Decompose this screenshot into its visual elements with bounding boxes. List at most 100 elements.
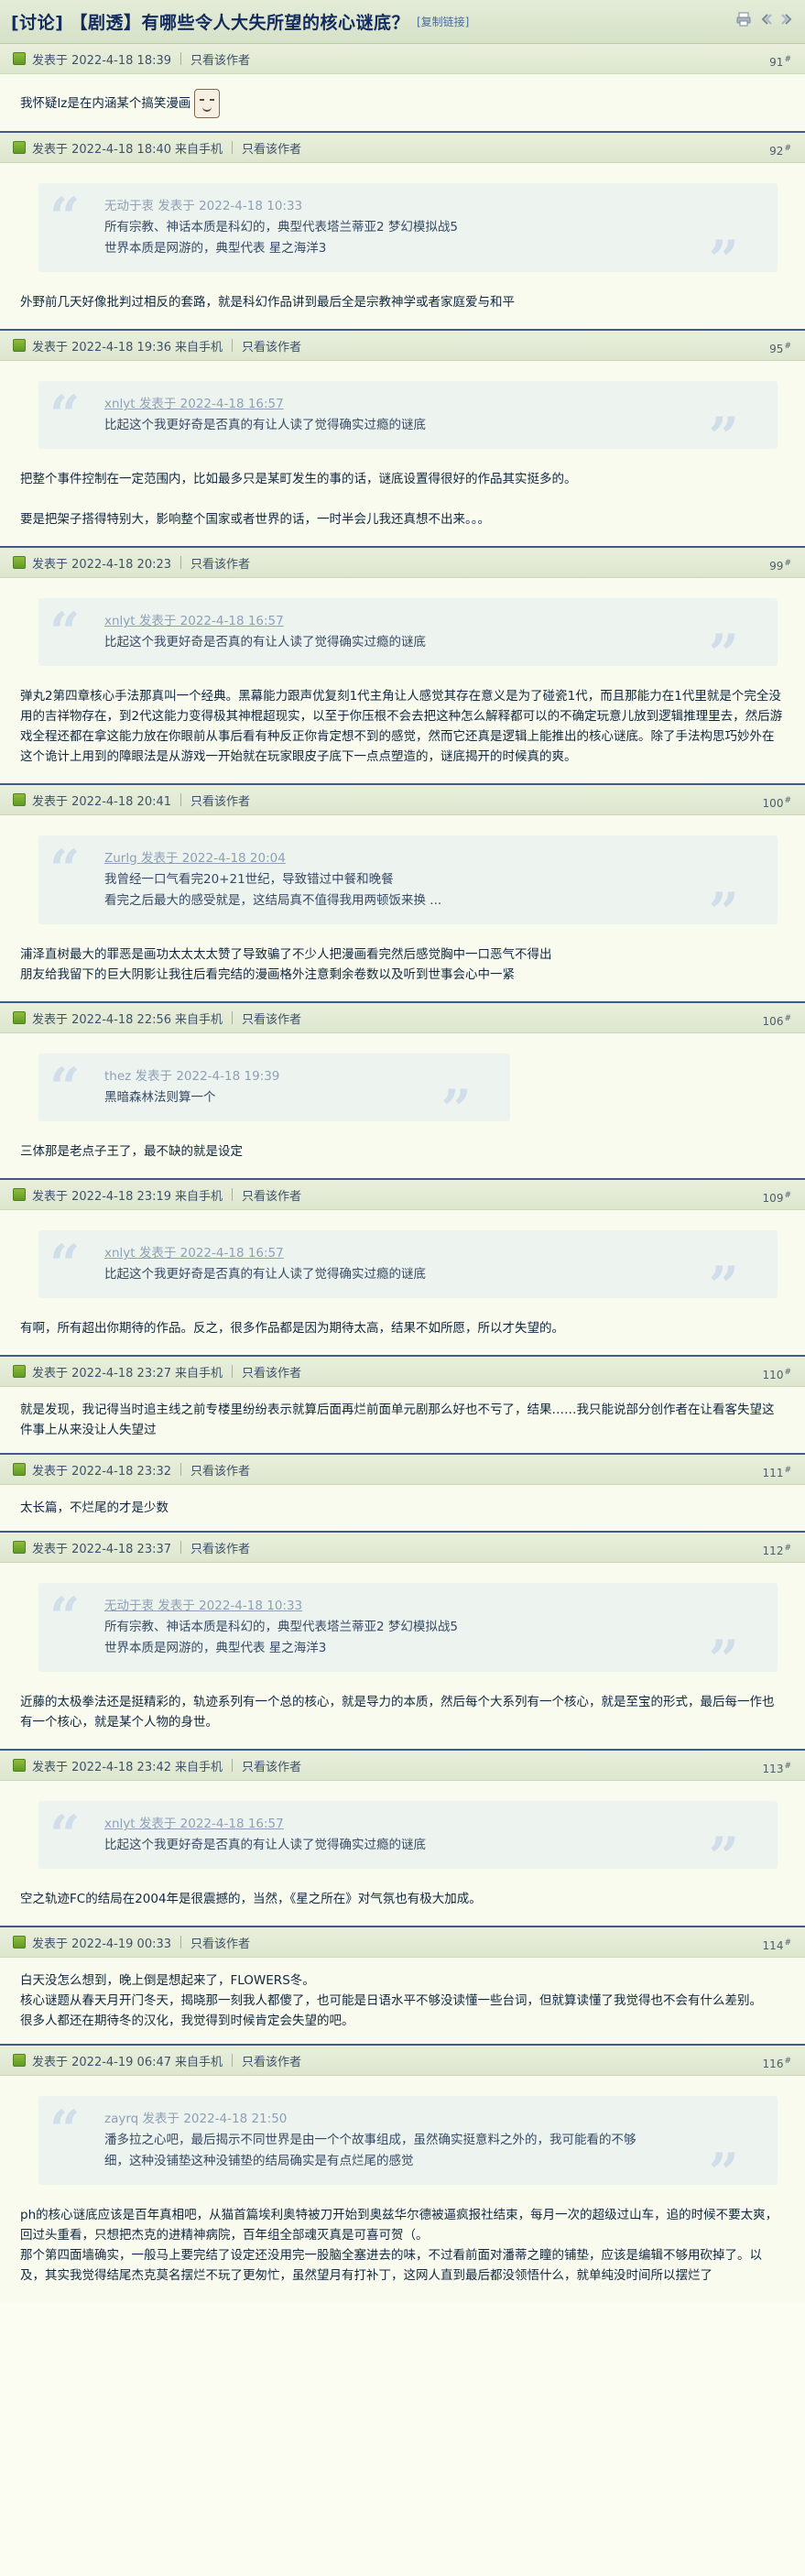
print-icon[interactable] <box>735 11 752 27</box>
post-meta: 发表于 2022-4-18 20:41 <box>32 794 172 809</box>
floor-number[interactable]: 116# <box>763 2057 791 2070</box>
post-content: “ 无动于衷 发表于 2022-4-18 10:33 所有宗教、神话本质是科幻的… <box>0 1563 805 1749</box>
mobile-source: 来自手机 <box>175 2055 223 2069</box>
divider <box>232 1759 234 1772</box>
post: 发表于 2022-4-18 20:23 只看该作者 99# “ xnlyt 发表… <box>0 548 805 785</box>
quote-text: 细，这种没铺垫这种没铺垫的结局确实是有点烂尾的感觉 <box>104 2154 414 2168</box>
only-author-link[interactable]: 只看该作者 <box>242 2052 301 2069</box>
only-author-link[interactable]: 只看该作者 <box>190 554 250 572</box>
quote-block: “ Zurlg 发表于 2022-4-18 20:04 我曾经一口气看完20+2… <box>38 835 778 939</box>
only-author-link[interactable]: 只看该作者 <box>242 1010 301 1027</box>
only-author-link[interactable]: 只看该作者 <box>242 1757 301 1774</box>
post: 发表于 2022-4-18 23:32 只看该作者 111# 太长篇，不烂尾的才… <box>0 1455 805 1533</box>
post-meta: 发表于 2022-4-18 23:32 <box>32 1464 172 1479</box>
quote-text: 我曾经一口气看完20+21世纪，导致错过中餐和晚餐 <box>104 872 394 887</box>
post-icon <box>13 1463 26 1476</box>
floor-number[interactable]: 110# <box>763 1368 791 1381</box>
quote-author-link[interactable]: xnlyt 发表于 2022-4-18 16:57 <box>104 1814 723 1835</box>
floor-number[interactable]: 109# <box>763 1191 791 1205</box>
quote-open-icon: “ <box>49 1056 81 1119</box>
thread-title: [讨论] 【剧透】有哪些令人大失所望的核心谜底？ <box>11 13 409 33</box>
floor-number[interactable]: 114# <box>763 1938 791 1952</box>
only-author-link[interactable]: 只看该作者 <box>242 1186 301 1204</box>
floor-number[interactable]: 113# <box>763 1762 791 1775</box>
post-text: 白天没怎么想到，晚上倒是想起来了，FLOWERS冬。 <box>20 1973 315 1988</box>
mobile-source: 来自手机 <box>175 1012 223 1027</box>
only-author-link[interactable]: 只看该作者 <box>190 791 250 809</box>
quote-close-icon: ” <box>441 1078 472 1141</box>
post-meta: 发表于 2022-4-18 20:23 <box>32 557 172 572</box>
post-icon <box>13 1365 26 1378</box>
post-icon <box>13 2054 26 2067</box>
only-author-link[interactable]: 只看该作者 <box>242 1363 301 1381</box>
quote-open-icon: “ <box>49 838 81 901</box>
post-content: 我怀疑lz是在内涵某个搞笑漫画 <box>0 74 805 131</box>
quote-text: 世界本质是网游的，典型代表 星之海洋3 <box>104 241 327 256</box>
only-author-link[interactable]: 只看该作者 <box>242 139 301 157</box>
only-author-link[interactable]: 只看该作者 <box>190 1539 250 1556</box>
post-header: 发表于 2022-4-18 23:27 来自手机 只看该作者 110# <box>0 1357 805 1387</box>
post-text: 那个第四面墙确实，一般马上要完结了设定还没用完一股脑全塞进去的味，不过看前面对潘… <box>20 2248 762 2283</box>
floor-number[interactable]: 111# <box>763 1466 791 1479</box>
quote-text: 看完之后最大的感受就是，这结局真不值得我用两顿饭来换 ... <box>104 893 442 908</box>
post-header: 发表于 2022-4-18 23:37 只看该作者 112# <box>0 1533 805 1563</box>
quote-block: “ xnlyt 发表于 2022-4-18 16:57 比起这个我更好奇是否真的… <box>38 1801 778 1883</box>
floor-number[interactable]: 95# <box>769 342 791 355</box>
post-header: 发表于 2022-4-18 20:23 只看该作者 99# <box>0 548 805 578</box>
post-icon <box>13 556 26 569</box>
quote-author-link[interactable]: xnlyt 发表于 2022-4-18 16:57 <box>104 611 723 632</box>
floor-number[interactable]: 92# <box>769 144 791 158</box>
quote-open-icon: “ <box>49 2099 81 2161</box>
post-meta: 发表于 2022-4-18 23:42 <box>32 1760 172 1774</box>
floor-number[interactable]: 100# <box>763 796 791 810</box>
quote-block: “ zayrq 发表于 2022-4-18 21:50 潘多拉之心吧，最后揭示不… <box>38 2096 778 2199</box>
quote-close-icon: ” <box>708 229 739 291</box>
post-content: 太长篇，不烂尾的才是少数 <box>0 1485 805 1531</box>
floor-number[interactable]: 91# <box>769 55 791 69</box>
quote-author-link[interactable]: xnlyt 发表于 2022-4-18 16:57 <box>104 394 723 415</box>
prev-thread-icon[interactable] <box>757 11 774 27</box>
post-icon <box>13 52 26 65</box>
quote-text: 所有宗教、神话本质是科幻的，典型代表塔兰蒂亚2 梦幻模拟战5 <box>104 220 458 235</box>
post-header: 发表于 2022-4-18 22:56 来自手机 只看该作者 106# <box>0 1003 805 1033</box>
only-author-link[interactable]: 只看该作者 <box>190 1934 250 1951</box>
post-meta: 发表于 2022-4-19 06:47 <box>32 2055 172 2069</box>
post-content: “ thez 发表于 2022-4-18 19:39 黑暗森林法则算一个 ” 三… <box>0 1033 805 1178</box>
post-header: 发表于 2022-4-18 23:32 只看该作者 111# <box>0 1455 805 1485</box>
quote-author-link[interactable]: Zurlg 发表于 2022-4-18 20:04 <box>104 848 723 869</box>
quote-author-link[interactable]: 无动于衷 发表于 2022-4-18 10:33 <box>104 1596 723 1617</box>
thread-toolbar <box>735 11 796 27</box>
only-author-link[interactable]: 只看该作者 <box>190 50 250 68</box>
only-author-link[interactable]: 只看该作者 <box>242 337 301 355</box>
quote-open-icon: “ <box>49 186 81 248</box>
post: 发表于 2022-4-18 18:39 只看该作者 91# 我怀疑lz是在内涵某… <box>0 44 805 133</box>
divider <box>232 1011 234 1024</box>
quote-author-link[interactable]: xnlyt 发表于 2022-4-18 16:57 <box>104 1243 723 1264</box>
post-content: “ xnlyt 发表于 2022-4-18 16:57 比起这个我更好奇是否真的… <box>0 1781 805 1926</box>
floor-number[interactable]: 99# <box>769 559 791 573</box>
divider <box>180 793 182 806</box>
copy-link[interactable]: [复制链接] <box>417 14 469 29</box>
quote-author: 无动于衷 发表于 2022-4-18 10:33 <box>104 199 303 213</box>
post-text: 要是把架子搭得特别大，影响整个国家或者世界的话，一时半会儿我还真想不出来。。。 <box>20 512 490 527</box>
post-content: “ zayrq 发表于 2022-4-18 21:50 潘多拉之心吧，最后揭示不… <box>0 2076 805 2302</box>
post-content: 就是发现，我记得当时追主线之前专楼里纷纷表示就算后面再烂前面单元剧那么好也不亏了… <box>0 1387 805 1453</box>
post: 发表于 2022-4-18 23:19 来自手机 只看该作者 109# “ xn… <box>0 1180 805 1357</box>
post-text: 空之轨迹FC的结局在2004年是很震撼的，当然，《星之所在》对气氛也有极大加成。 <box>20 1892 482 1906</box>
only-author-link[interactable]: 只看该作者 <box>190 1461 250 1479</box>
floor-number[interactable]: 106# <box>763 1014 791 1028</box>
quote-text: 比起这个我更好奇是否真的有让人读了觉得确实过瘾的谜底 <box>104 418 426 432</box>
quote-text: 比起这个我更好奇是否真的有让人读了觉得确实过瘾的谜底 <box>104 1838 426 1852</box>
floor-number[interactable]: 112# <box>763 1544 791 1557</box>
quote-close-icon: ” <box>708 881 739 944</box>
post-text: 近藤的太极拳法还是挺精彩的，轨迹系列有一个总的核心，就是导力的本质，然后每个大系… <box>20 1695 775 1730</box>
emoticon-icon <box>194 89 221 118</box>
quote-close-icon: ” <box>708 1629 739 1691</box>
post-meta: 发表于 2022-4-18 19:36 <box>32 340 172 355</box>
post-text: 三体那是老点子王了，最不缺的就是设定 <box>20 1144 243 1159</box>
next-thread-icon[interactable] <box>779 11 796 27</box>
post-header: 发表于 2022-4-19 06:47 来自手机 只看该作者 116# <box>0 2046 805 2076</box>
quote-open-icon: “ <box>49 601 81 663</box>
divider <box>180 1463 182 1476</box>
post-text: ph的核心谜底应该是百年真相吧，从猫首篇埃利奥特被刀开始到奥兹华尔德被逼疯报社结… <box>20 2208 778 2243</box>
